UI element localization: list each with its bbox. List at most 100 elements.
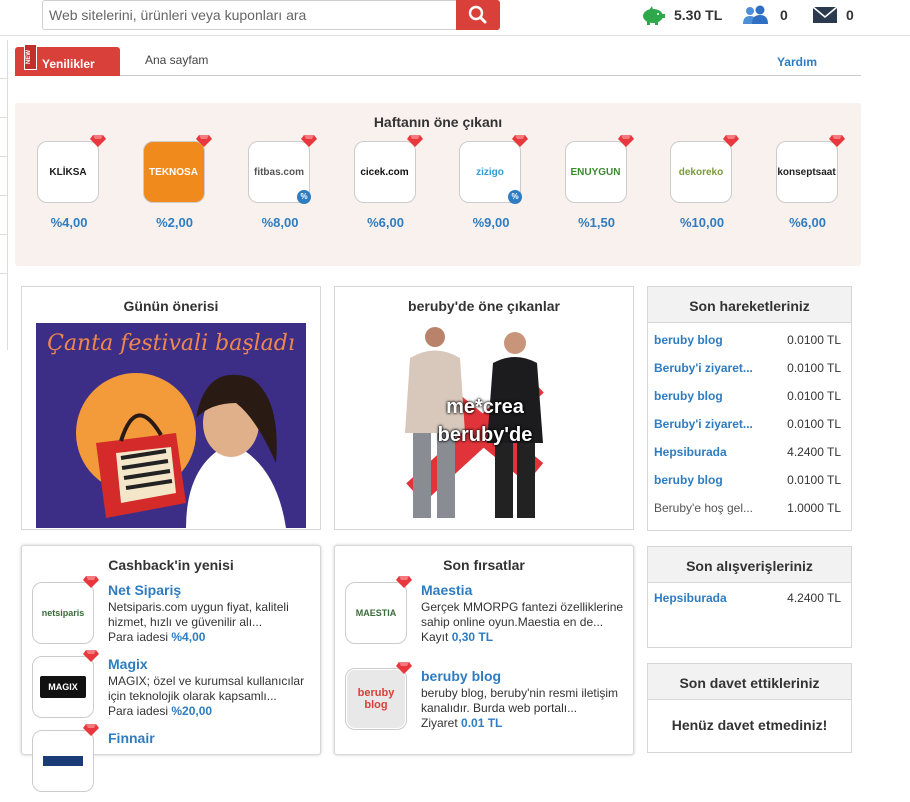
- featured-brand[interactable]: konseptsaat %6,00: [775, 135, 845, 230]
- item-title[interactable]: Finnair: [108, 730, 155, 746]
- activity-amount: 0.0100 TL: [787, 389, 841, 403]
- brand-logo[interactable]: fitbas.com%: [248, 135, 317, 204]
- purchase-amount: 4.2400 TL: [787, 591, 841, 605]
- brand-logo[interactable]: zizigo%: [459, 135, 528, 204]
- activity-name: Beruby'e hoş gel...: [654, 501, 754, 515]
- purchases-panel: Son alışverişleriniz Hepsiburada 4.2400 …: [647, 546, 852, 648]
- gem-icon: [723, 135, 739, 147]
- offer-item[interactable]: Finnair: [32, 724, 322, 802]
- item-title[interactable]: Maestia: [421, 582, 472, 598]
- search-icon: [468, 5, 487, 24]
- brand-logo[interactable]: ENUYGUN: [564, 135, 634, 203]
- offer-item[interactable]: MAGIX Magix MAGIX; özel ve kurumsal kullan…: [32, 650, 322, 728]
- gem-icon: [83, 724, 99, 736]
- gem-icon: [396, 662, 412, 674]
- offer-item[interactable]: netsiparis Net Sipariş Netsiparis.com uygu…: [32, 576, 322, 654]
- highlights-overlay-text: me*crea beruby'de: [437, 396, 533, 446]
- daily-offer-banner[interactable]: Çanta festivali başladı: [36, 323, 306, 528]
- gem-icon: [83, 576, 99, 588]
- brand-logo-text: KLİKSA: [49, 166, 87, 178]
- activity-name[interactable]: Beruby'i ziyaret...: [654, 417, 760, 431]
- brand-cashback-rate: %10,00: [679, 215, 725, 230]
- brand-logo-text: fitbas.com: [253, 166, 304, 178]
- offer-item[interactable]: MAESTIA Maestia Gerçek MMORPG fantezi özel…: [345, 576, 635, 654]
- brand-logo-text: dekoreko: [678, 166, 724, 178]
- search-button[interactable]: [456, 0, 500, 30]
- brand-logo[interactable]: KLİKSA: [37, 135, 106, 203]
- invites-count: 0: [780, 7, 788, 23]
- brand-logo[interactable]: cicek.com: [353, 135, 423, 203]
- activity-row: Beruby'i ziyaret... 0.0100 TL: [648, 409, 851, 437]
- messages-link[interactable]: 0: [812, 4, 854, 26]
- brand-logo-text: konseptsaat: [777, 166, 836, 178]
- top-bar: 5.30 TL 0 0: [0, 0, 910, 36]
- daily-offer-panel: Günün önerisi Çanta festivali başladı: [21, 286, 321, 530]
- brand-cashback-rate: %6,00: [789, 215, 826, 230]
- featured-brand[interactable]: fitbas.com% %8,00: [248, 135, 317, 230]
- activity-name[interactable]: beruby blog: [654, 473, 760, 487]
- item-reward: Para iadesi %4,00: [108, 630, 206, 644]
- featured-brand[interactable]: dekoreko %10,00: [670, 135, 739, 230]
- featured-brand[interactable]: TEKNOSA %2,00: [142, 135, 212, 230]
- invitations-empty-text: Henüz davet etmediniz!: [671, 717, 828, 733]
- featured-brand[interactable]: KLİKSA %4,00: [37, 135, 106, 230]
- item-title[interactable]: beruby blog: [421, 668, 501, 684]
- activity-name[interactable]: beruby blog: [654, 333, 760, 347]
- gem-icon: [301, 135, 317, 147]
- activity-title: Son hareketleriniz: [648, 287, 851, 323]
- purchase-row[interactable]: Hepsiburada 4.2400 TL: [648, 583, 851, 611]
- brand-logo-text: TEKNOSA: [149, 166, 198, 178]
- invites-link[interactable]: 0: [742, 4, 788, 26]
- offer-item[interactable]: beruby blog beruby blog beruby blog, berub…: [345, 662, 635, 740]
- item-logo[interactable]: netsiparis: [32, 576, 99, 644]
- item-reward: Kayıt 0,30 TL: [421, 630, 494, 644]
- balance-link[interactable]: 5.30 TL: [640, 4, 722, 26]
- brand-logo-text: ENUYGUN: [570, 166, 621, 178]
- activity-name[interactable]: Hepsiburada: [654, 445, 760, 459]
- cashback-panel: Cashback'in yenisi netsiparis Net Sipariş…: [21, 545, 322, 792]
- magix-logo: MAGIX: [40, 676, 86, 698]
- brand-logo[interactable]: dekoreko: [670, 135, 739, 203]
- purchase-name[interactable]: Hepsiburada: [654, 591, 760, 605]
- featured-section: Haftanın öne çıkanı KLİKSA %4,00 TEKNOSA %2…: [15, 103, 861, 266]
- item-reward-value: 0,30 TL: [451, 630, 494, 644]
- messages-count: 0: [846, 7, 854, 23]
- help-link[interactable]: Yardım: [777, 55, 817, 69]
- item-logo[interactable]: beruby blog: [345, 662, 412, 730]
- item-reward-value: %20,00: [171, 704, 213, 718]
- invitations-panel: Son davet ettikleriniz Henüz davet etmed…: [647, 663, 852, 753]
- left-collapsed-sidebar: [0, 40, 8, 350]
- activity-row: Beruby'i ziyaret... 0.0100 TL: [648, 353, 851, 381]
- activity-panel: Son hareketleriniz beruby blog 0.0100 TL B…: [647, 286, 852, 531]
- featured-brand[interactable]: zizigo% %9,00: [459, 135, 528, 230]
- featured-brand[interactable]: cicek.com %6,00: [353, 135, 423, 230]
- item-logo[interactable]: [32, 724, 99, 792]
- item-logo[interactable]: MAESTIA: [345, 576, 412, 644]
- highlights-banner[interactable]: me*crea beruby'de: [355, 323, 615, 528]
- brand-logo[interactable]: TEKNOSA: [142, 135, 212, 203]
- tab-bar: NEW Yenilikler Ana sayfam Yardım: [15, 44, 861, 76]
- tab-news[interactable]: NEW Yenilikler: [15, 44, 120, 76]
- gem-icon: [396, 576, 412, 588]
- item-reward-value: %4,00: [171, 630, 206, 644]
- balance-value: 5.30 TL: [674, 7, 723, 23]
- featured-brand[interactable]: ENUYGUN %1,50: [564, 135, 634, 230]
- activity-name[interactable]: beruby blog: [654, 389, 760, 403]
- item-logo[interactable]: MAGIX: [32, 650, 99, 718]
- item-title[interactable]: Net Sipariş: [108, 582, 181, 598]
- piggy-bank-icon: [643, 6, 665, 25]
- brand-logo[interactable]: konseptsaat: [775, 135, 845, 203]
- activity-row: beruby blog 0.0100 TL: [648, 465, 851, 493]
- item-title[interactable]: Magix: [108, 656, 148, 672]
- envelope-icon: [812, 6, 838, 23]
- item-description: Gerçek MMORPG fantezi özelliklerine sahi…: [421, 600, 624, 629]
- search-input[interactable]: [49, 5, 449, 25]
- activity-name[interactable]: Beruby'i ziyaret...: [654, 361, 760, 375]
- tab-home[interactable]: Ana sayfam: [145, 53, 208, 67]
- item-description: Netsiparis.com uygun fiyat, kaliteli hiz…: [108, 600, 289, 629]
- activity-amount: 0.0100 TL: [787, 333, 841, 347]
- brand-cashback-rate: %1,50: [578, 215, 615, 230]
- beruby-blog-logo: beruby blog: [347, 670, 405, 728]
- brand-cashback-rate: %2,00: [156, 215, 193, 230]
- activity-row: Hepsiburada 4.2400 TL: [648, 437, 851, 465]
